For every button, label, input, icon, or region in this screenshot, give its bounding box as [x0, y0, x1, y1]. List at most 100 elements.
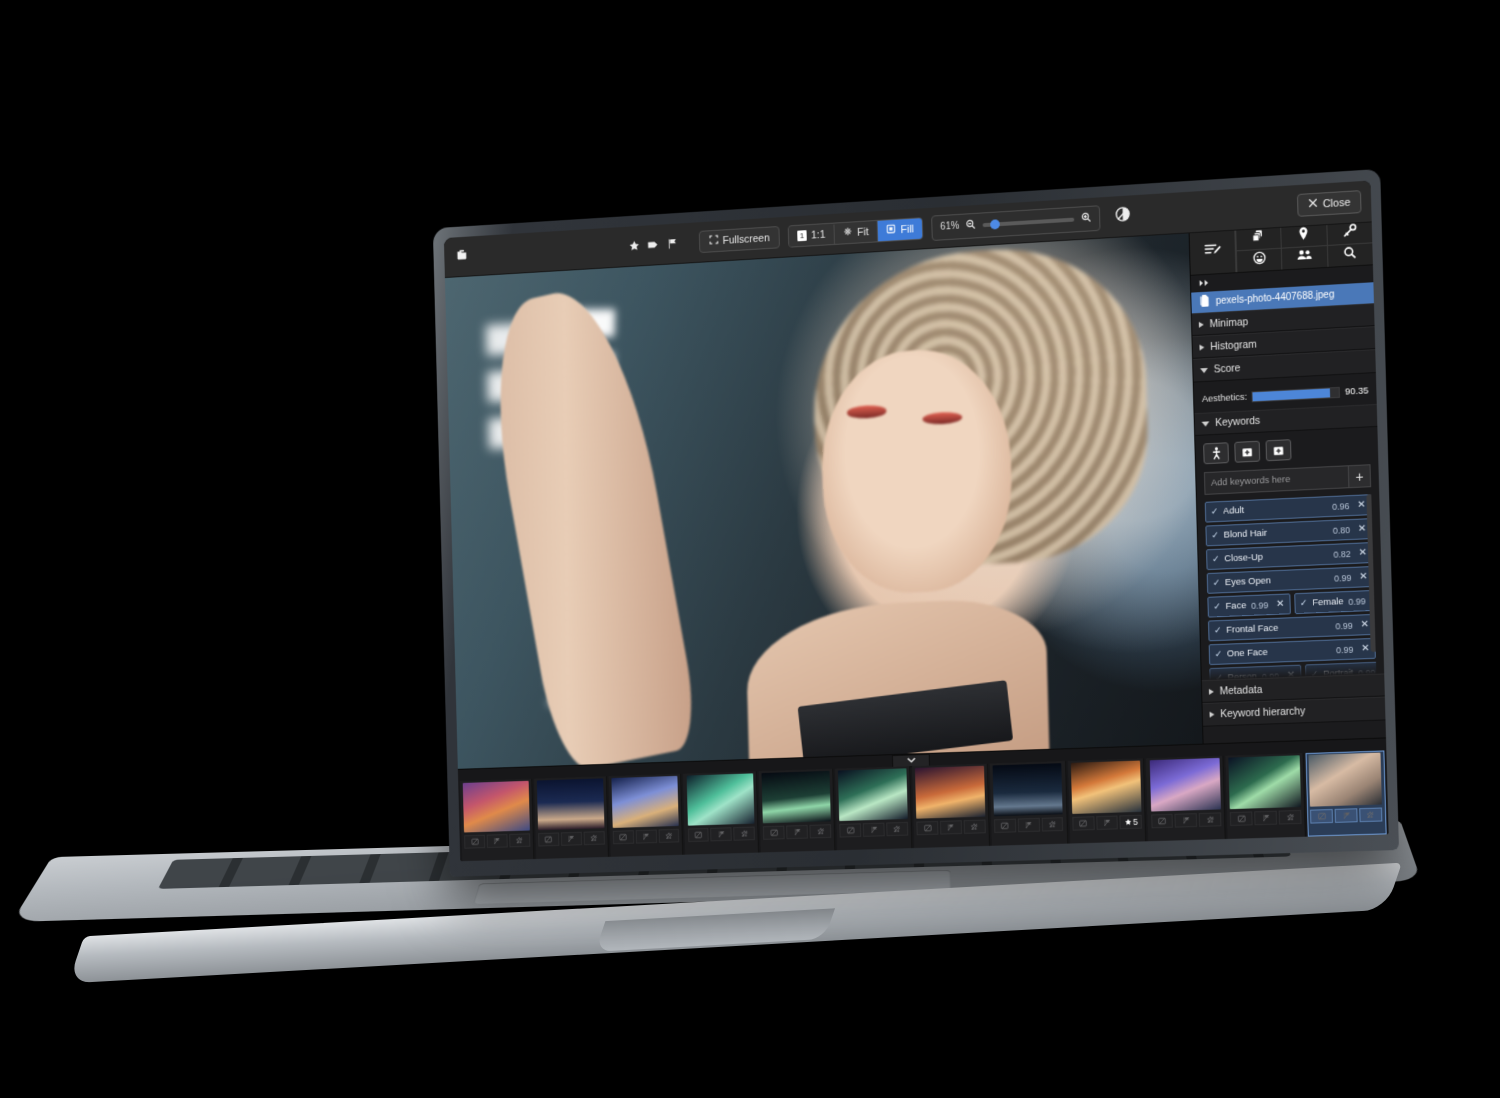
filmstrip-thumbnail[interactable]: 5: [1067, 758, 1147, 844]
keyword-check-icon[interactable]: ✓: [1211, 506, 1219, 517]
thumbnail-label-off-icon[interactable]: [612, 830, 634, 845]
zoom-slider-knob[interactable]: [990, 218, 1001, 230]
thumbnail-flag-icon[interactable]: [1095, 815, 1119, 830]
thumbnail-star-off-icon[interactable]: [658, 828, 680, 843]
thumbnail-flag-icon[interactable]: [862, 822, 885, 837]
thumbnail-image[interactable]: [915, 765, 986, 819]
keyword-remove-icon[interactable]: ✕: [1356, 571, 1368, 582]
filmstrip-thumbnail[interactable]: [835, 766, 913, 851]
thumbnail-image[interactable]: [1149, 757, 1222, 812]
filmstrip-thumbnail[interactable]: [683, 771, 760, 855]
thumbnail-label-off-icon[interactable]: [1150, 813, 1174, 829]
thumbnail-label-off-icon[interactable]: [1230, 811, 1253, 826]
keyword-chip[interactable]: ✓ Close-Up 0.82 ✕: [1206, 542, 1374, 571]
thumbnail-label-off-icon[interactable]: [763, 825, 785, 840]
add-keyword-box-button[interactable]: [1234, 440, 1261, 463]
one-to-one-button[interactable]: 1 1:1: [788, 224, 835, 247]
filmstrip-thumbnail[interactable]: [911, 763, 990, 849]
zoom-out-icon[interactable]: [966, 216, 977, 234]
fit-button[interactable]: Fit: [834, 220, 879, 244]
keyword-check-icon[interactable]: ✓: [1215, 649, 1223, 660]
thumbnail-flag-icon[interactable]: [560, 831, 582, 846]
keyword-chip[interactable]: ✓ Face 0.99 ✕: [1207, 593, 1291, 618]
keyword-check-icon[interactable]: ✓: [1213, 577, 1221, 588]
thumbnail-flag-icon[interactable]: [1254, 810, 1278, 826]
keyword-remove-icon[interactable]: ✕: [1355, 523, 1367, 534]
thumbnail-flag-icon[interactable]: [635, 829, 657, 844]
tab-face[interactable]: [1235, 248, 1282, 272]
tab-copies[interactable]: [1235, 227, 1282, 252]
thumbnail-star-off-icon[interactable]: [509, 833, 531, 848]
tab-people[interactable]: [1281, 245, 1328, 270]
thumbnail-image[interactable]: [462, 780, 530, 833]
thumbnail-image[interactable]: [686, 773, 755, 826]
star-icon[interactable]: [628, 239, 640, 252]
close-button[interactable]: Close: [1296, 190, 1362, 217]
image-viewer[interactable]: [444, 233, 1203, 769]
thumbnail-image[interactable]: [761, 770, 831, 824]
zoom-in-icon[interactable]: [1081, 209, 1092, 227]
keyword-check-icon[interactable]: ✓: [1212, 554, 1220, 565]
filmstrip-thumbnail[interactable]: [459, 778, 535, 862]
keyword-check-icon[interactable]: ✓: [1213, 601, 1221, 612]
thumbnail-star-off-icon[interactable]: [1278, 809, 1302, 825]
filmstrip-thumbnail[interactable]: [1225, 753, 1306, 839]
thumbnail-star-off-icon[interactable]: [1359, 807, 1383, 823]
keyword-remove-icon[interactable]: ✕: [1356, 547, 1368, 558]
thumbnail-flag-icon[interactable]: [710, 827, 733, 842]
compare-toggle-icon[interactable]: [1115, 205, 1132, 228]
thumbnail-flag-icon[interactable]: [1017, 817, 1040, 833]
keyword-chip[interactable]: ✓ Female 0.99 ✕: [1293, 589, 1377, 615]
thumbnail-star-off-icon[interactable]: [963, 819, 986, 834]
zoom-slider[interactable]: [982, 217, 1075, 230]
thumbnail-label-off-icon[interactable]: [993, 818, 1017, 833]
thumbnail-label-off-icon[interactable]: [916, 820, 939, 836]
label-icon[interactable]: [646, 238, 659, 251]
thumbnail-label-off-icon[interactable]: [1310, 808, 1334, 824]
thumbnail-label-off-icon[interactable]: [839, 823, 862, 838]
thumbnail-star-off-icon[interactable]: [733, 826, 756, 841]
filmstrip-thumbnail[interactable]: [608, 773, 684, 857]
filmstrip-thumbnail[interactable]: [533, 776, 609, 860]
keyword-chip[interactable]: ✓ Frontal Face 0.99 ✕: [1207, 613, 1376, 642]
keyword-chip[interactable]: ✓ Eyes Open 0.99 ✕: [1206, 565, 1374, 594]
keyword-remove-icon[interactable]: ✕: [1358, 643, 1370, 654]
fill-button[interactable]: Fill: [877, 218, 923, 242]
thumbnail-flag-icon[interactable]: [1334, 808, 1358, 823]
keyword-remove-icon[interactable]: ✕: [1273, 599, 1285, 610]
thumbnail-flag-icon[interactable]: [786, 824, 809, 840]
filmstrip-thumbnail[interactable]: [758, 768, 836, 853]
add-keyword-button[interactable]: +: [1348, 464, 1372, 489]
thumbnail-image[interactable]: [1070, 760, 1142, 814]
filmstrip-thumbnail[interactable]: [1146, 755, 1226, 842]
keyword-check-icon[interactable]: ✓: [1300, 598, 1308, 609]
thumbnail-star-off-icon[interactable]: [1198, 812, 1222, 827]
tab-location[interactable]: [1280, 225, 1327, 249]
thumbnail-star-off-icon[interactable]: [583, 831, 605, 846]
fast-forward-icon[interactable]: [1198, 274, 1212, 293]
thumbnail-image[interactable]: [838, 768, 908, 822]
thumbnail-label-off-icon[interactable]: [687, 827, 710, 843]
thumbnail-flag-icon[interactable]: [1174, 813, 1198, 828]
thumbnail-label-off-icon[interactable]: [464, 834, 486, 849]
keyword-remove-icon[interactable]: ✕: [1354, 499, 1366, 510]
thumbnail-label-off-icon[interactable]: [1072, 816, 1095, 831]
keyword-check-icon[interactable]: ✓: [1214, 625, 1222, 636]
filmstrip-thumbnail[interactable]: [989, 761, 1068, 846]
thumbnail-star-off-icon[interactable]: [886, 821, 909, 837]
fullscreen-button[interactable]: Fullscreen: [698, 225, 781, 254]
tab-edit-metadata[interactable]: [1189, 230, 1237, 275]
thumbnail-image[interactable]: [992, 763, 1064, 817]
thumbnail-label-off-icon[interactable]: [538, 832, 560, 847]
keyword-list[interactable]: ✓ Adult 0.96 ✕ ✓ Blond Hair 0.80 ✕ ✓ Close-Up 0.82…: [1204, 494, 1377, 680]
thumbnail-star-off-icon[interactable]: [1041, 817, 1064, 832]
thumbnail-image[interactable]: [536, 778, 605, 831]
thumbnail-image[interactable]: [1228, 755, 1302, 810]
add-keyword-box-button-2[interactable]: [1265, 439, 1292, 462]
thumbnail-flag-icon[interactable]: [939, 820, 962, 835]
thumbnail-star-off-icon[interactable]: 5: [1119, 814, 1143, 830]
thumbnail-image[interactable]: [611, 775, 680, 828]
thumbnail-star-off-icon[interactable]: [809, 824, 832, 839]
person-keyword-button[interactable]: [1203, 442, 1229, 465]
keyword-remove-icon[interactable]: ✕: [1358, 619, 1370, 630]
